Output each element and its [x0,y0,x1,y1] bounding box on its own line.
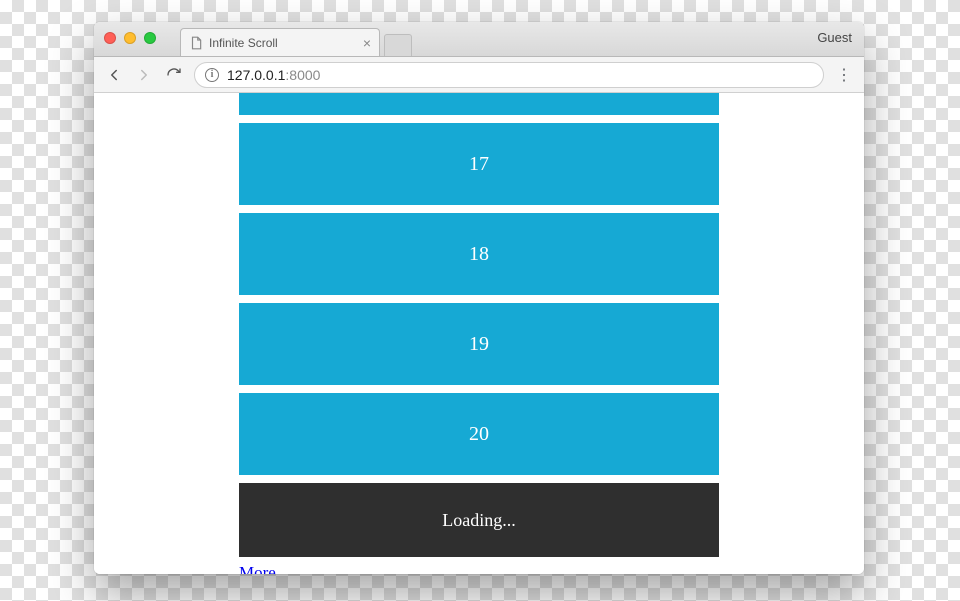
profile-badge[interactable]: Guest [817,30,852,45]
tab-active[interactable]: Infinite Scroll × [180,28,380,56]
window-close-button[interactable] [104,32,116,44]
window-controls [104,32,156,44]
more-link-label: More [239,563,276,574]
loading-label: Loading... [442,510,516,531]
more-link[interactable]: More [239,561,719,574]
forward-button[interactable] [134,65,154,85]
window-minimize-button[interactable] [124,32,136,44]
titlebar: Infinite Scroll × Guest [94,22,864,57]
list-item-label: 20 [469,423,489,446]
infinite-list: 16 17 18 19 20 Loading... [239,93,719,557]
list-item: 20 [239,393,719,475]
close-icon[interactable]: × [363,36,371,50]
site-info-icon[interactable]: i [205,68,219,82]
file-icon [189,36,203,50]
toolbar: i 127.0.0.1:8000 ⋮ [94,57,864,93]
back-button[interactable] [104,65,124,85]
list-item: 19 [239,303,719,385]
list-item: 18 [239,213,719,295]
list-item: 16 [239,93,719,115]
tabstrip: Infinite Scroll × [180,22,416,56]
list-item-label: 17 [469,153,489,176]
url-host: 127.0.0.1 [227,67,285,83]
page-viewport[interactable]: 16 17 18 19 20 Loading... More [94,93,864,574]
new-tab-button[interactable] [384,34,412,56]
page-content: 16 17 18 19 20 Loading... More [94,93,864,574]
reload-button[interactable] [164,65,184,85]
list-item-label: 18 [469,243,489,266]
menu-button[interactable]: ⋮ [834,65,854,85]
browser-window: Infinite Scroll × Guest i [94,22,864,574]
loading-indicator: Loading... [239,483,719,557]
tab-title: Infinite Scroll [209,36,278,50]
url-port: :8000 [285,67,320,83]
list-item: 17 [239,123,719,205]
list-item-label: 19 [469,333,489,356]
window-maximize-button[interactable] [144,32,156,44]
address-bar[interactable]: i 127.0.0.1:8000 [194,62,824,88]
